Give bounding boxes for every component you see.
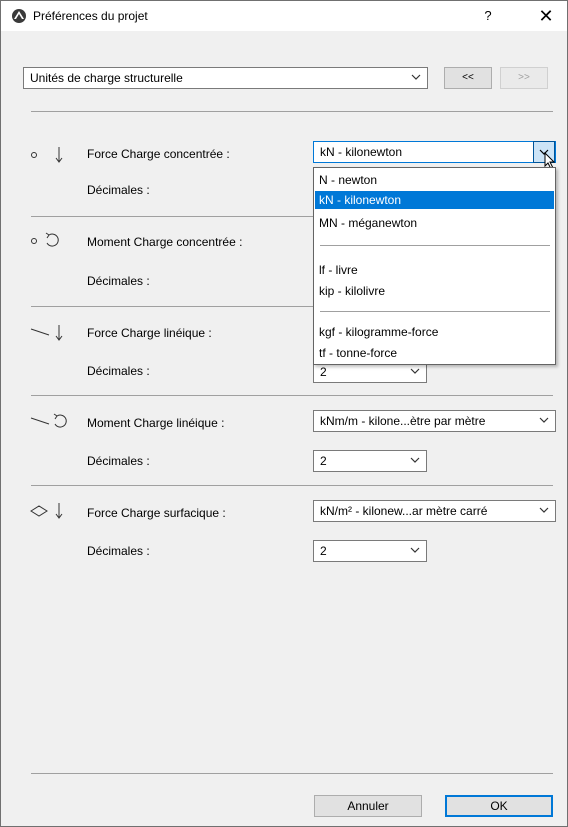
area-force-icon (30, 503, 63, 519)
line-force-icon (30, 325, 63, 341)
chevron-down-icon (539, 417, 549, 423)
dropdown-option-livre[interactable]: lf - livre (315, 261, 554, 279)
dropdown-option-meganewton[interactable]: MN - méganewton (315, 214, 554, 232)
area-force-decimals-label: Décimales : (87, 544, 150, 558)
chevron-down-icon (411, 74, 421, 80)
dropdown-option-tonne-force[interactable]: tf - tonne-force (315, 344, 554, 362)
dropdown-option-newton[interactable]: N - newton (315, 171, 554, 189)
point-force-decimals-label: Décimales : (87, 183, 150, 197)
unit-dropdown-list: N - newton kN - kilonewton MN - méganewt… (313, 167, 556, 365)
divider (31, 773, 553, 774)
point-force-unit-value: kN - kilonewton (320, 145, 403, 159)
line-moment-decimals-label: Décimales : (87, 454, 150, 468)
close-button[interactable]: ✕ (529, 2, 563, 30)
area-force-decimals-select[interactable]: 2 (313, 540, 427, 562)
category-select-value: Unités de charge structurelle (30, 71, 183, 85)
point-moment-decimals-label: Décimales : (87, 274, 150, 288)
dropdown-separator (320, 245, 550, 246)
area-force-label: Force Charge surfacique : (87, 506, 226, 520)
ok-button[interactable]: OK (445, 795, 553, 817)
area-force-unit-select[interactable]: kN/m² - kilonew...ar mètre carré (313, 500, 556, 522)
chevron-down-icon (539, 507, 549, 513)
chevron-down-icon (410, 368, 420, 374)
window-title: Préférences du projet (33, 9, 148, 23)
divider (31, 485, 553, 486)
point-moment-icon (31, 232, 59, 247)
line-moment-decimals-select[interactable]: 2 (313, 450, 427, 472)
line-force-decimals-value: 2 (320, 365, 327, 379)
line-moment-icon (30, 413, 67, 428)
point-force-unit-select[interactable]: kN - kilonewton (313, 141, 556, 163)
archicad-app-icon (12, 9, 26, 23)
area-force-unit-value: kN/m² - kilonew...ar mètre carré (320, 504, 488, 518)
dropdown-separator (320, 311, 550, 312)
cancel-button[interactable]: Annuler (314, 795, 422, 817)
dropdown-option-kilonewton[interactable]: kN - kilonewton (315, 191, 554, 209)
line-moment-label: Moment Charge linéique : (87, 416, 225, 430)
point-force-icon (31, 147, 63, 163)
area-force-decimals-value: 2 (320, 544, 327, 558)
next-page-button[interactable]: >> (500, 67, 548, 89)
line-moment-unit-select[interactable]: kNm/m - kilone...ètre par mètre (313, 410, 556, 432)
line-moment-unit-value: kNm/m - kilone...ètre par mètre (320, 414, 486, 428)
point-moment-label: Moment Charge concentrée : (87, 235, 243, 249)
category-select[interactable]: Unités de charge structurelle (23, 67, 428, 89)
chevron-down-icon (410, 547, 420, 553)
point-force-dropdown-button[interactable] (533, 141, 556, 170)
title-bar: Préférences du projet ? ✕ (1, 1, 567, 31)
divider (31, 395, 553, 396)
chevron-down-icon (410, 457, 420, 463)
dropdown-option-kilogramme-force[interactable]: kgf - kilogramme-force (315, 323, 554, 341)
help-button[interactable]: ? (477, 5, 499, 27)
divider (31, 111, 553, 112)
line-moment-decimals-value: 2 (320, 454, 327, 468)
line-force-decimals-label: Décimales : (87, 364, 150, 378)
point-force-label: Force Charge concentrée : (87, 147, 230, 161)
dropdown-option-kilolivre[interactable]: kip - kilolivre (315, 282, 554, 300)
project-preferences-dialog: Préférences du projet ? ✕ Unités de char… (0, 0, 568, 827)
line-force-label: Force Charge linéique : (87, 326, 212, 340)
previous-page-button[interactable]: << (444, 67, 492, 89)
